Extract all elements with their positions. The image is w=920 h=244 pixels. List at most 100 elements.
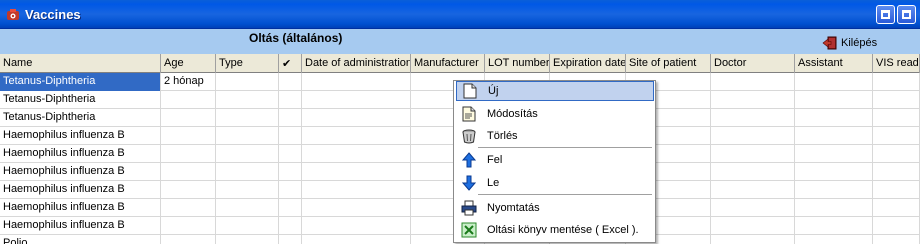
table-cell[interactable] bbox=[161, 199, 216, 217]
table-cell[interactable] bbox=[279, 91, 302, 109]
table-cell[interactable] bbox=[873, 127, 920, 145]
table-cell[interactable] bbox=[216, 73, 279, 91]
table-cell[interactable] bbox=[795, 217, 873, 235]
table-cell[interactable] bbox=[302, 235, 411, 244]
table-cell[interactable] bbox=[711, 91, 795, 109]
table-cell[interactable] bbox=[873, 91, 920, 109]
table-cell[interactable]: Haemophilus influenza B bbox=[0, 127, 161, 145]
column-header-site[interactable]: Site of patient bbox=[626, 54, 711, 73]
menu-item-export-excel[interactable]: Oltási könyv mentése ( Excel ). bbox=[456, 220, 654, 240]
column-header-type[interactable]: Type bbox=[216, 54, 279, 73]
table-cell[interactable] bbox=[873, 235, 920, 244]
table-cell[interactable] bbox=[161, 235, 216, 244]
table-cell[interactable] bbox=[216, 181, 279, 199]
table-cell[interactable]: Haemophilus influenza B bbox=[0, 163, 161, 181]
table-cell[interactable] bbox=[302, 73, 411, 91]
table-cell[interactable] bbox=[302, 127, 411, 145]
column-header-manufacturer[interactable]: Manufacturer bbox=[411, 54, 485, 73]
table-cell[interactable] bbox=[279, 163, 302, 181]
table-cell[interactable] bbox=[216, 163, 279, 181]
table-cell[interactable] bbox=[302, 181, 411, 199]
table-cell[interactable]: 2 hónap bbox=[161, 73, 216, 91]
column-header-name[interactable]: Name bbox=[0, 54, 161, 73]
table-cell[interactable] bbox=[279, 145, 302, 163]
menu-item-down[interactable]: Le bbox=[456, 173, 654, 193]
table-cell[interactable]: Haemophilus influenza B bbox=[0, 181, 161, 199]
column-header-lot[interactable]: LOT number bbox=[485, 54, 550, 73]
table-cell[interactable] bbox=[161, 181, 216, 199]
table-cell[interactable] bbox=[873, 73, 920, 91]
table-cell[interactable] bbox=[711, 181, 795, 199]
table-cell[interactable] bbox=[161, 163, 216, 181]
table-cell[interactable] bbox=[161, 109, 216, 127]
table-cell[interactable]: Haemophilus influenza B bbox=[0, 217, 161, 235]
table-cell[interactable]: Tetanus-Diphtheria bbox=[0, 91, 161, 109]
table-cell[interactable] bbox=[279, 217, 302, 235]
table-cell[interactable]: Tetanus-Diphtheria bbox=[0, 73, 161, 91]
table-cell[interactable] bbox=[873, 109, 920, 127]
menu-item-up[interactable]: Fel bbox=[456, 150, 654, 170]
table-cell[interactable]: Haemophilus influenza B bbox=[0, 199, 161, 217]
column-header-doctor[interactable]: Doctor bbox=[711, 54, 795, 73]
table-cell[interactable] bbox=[711, 163, 795, 181]
table-cell[interactable] bbox=[711, 199, 795, 217]
column-header-age[interactable]: Age bbox=[161, 54, 216, 73]
table-cell[interactable] bbox=[795, 163, 873, 181]
menu-item-edit[interactable]: Módosítás bbox=[456, 104, 654, 124]
table-cell[interactable] bbox=[711, 145, 795, 163]
table-cell[interactable] bbox=[795, 181, 873, 199]
table-cell[interactable] bbox=[279, 73, 302, 91]
table-cell[interactable] bbox=[795, 91, 873, 109]
table-cell[interactable] bbox=[216, 235, 279, 244]
table-cell[interactable] bbox=[302, 109, 411, 127]
table-cell[interactable] bbox=[873, 199, 920, 217]
table-cell[interactable] bbox=[216, 217, 279, 235]
menu-item-delete[interactable]: Törlés bbox=[456, 126, 654, 146]
table-cell[interactable] bbox=[711, 73, 795, 91]
table-cell[interactable] bbox=[216, 109, 279, 127]
column-header-date[interactable]: Date of administration bbox=[302, 54, 411, 73]
table-cell[interactable] bbox=[216, 91, 279, 109]
table-cell[interactable] bbox=[795, 109, 873, 127]
table-cell[interactable] bbox=[795, 235, 873, 244]
maximize-button[interactable] bbox=[876, 5, 895, 24]
table-cell[interactable] bbox=[302, 199, 411, 217]
table-cell[interactable] bbox=[279, 181, 302, 199]
table-cell[interactable] bbox=[873, 145, 920, 163]
table-cell[interactable] bbox=[279, 127, 302, 145]
table-cell[interactable] bbox=[795, 127, 873, 145]
table-cell[interactable] bbox=[711, 235, 795, 244]
table-cell[interactable] bbox=[711, 127, 795, 145]
column-header-assistant[interactable]: Assistant bbox=[795, 54, 873, 73]
table-cell[interactable] bbox=[216, 199, 279, 217]
table-cell[interactable] bbox=[711, 217, 795, 235]
table-cell[interactable]: Polio bbox=[0, 235, 161, 244]
menu-item-print[interactable]: Nyomtatás bbox=[456, 198, 654, 218]
column-header-check[interactable]: ✔ bbox=[279, 54, 302, 73]
table-cell[interactable] bbox=[302, 163, 411, 181]
table-cell[interactable] bbox=[216, 127, 279, 145]
table-cell[interactable]: Tetanus-Diphtheria bbox=[0, 109, 161, 127]
table-cell[interactable] bbox=[711, 109, 795, 127]
column-header-expiration[interactable]: Expiration date bbox=[550, 54, 626, 73]
table-cell[interactable] bbox=[279, 109, 302, 127]
restore-button[interactable] bbox=[897, 5, 916, 24]
table-cell[interactable] bbox=[302, 91, 411, 109]
table-cell[interactable] bbox=[161, 91, 216, 109]
table-cell[interactable] bbox=[795, 73, 873, 91]
table-cell[interactable] bbox=[795, 199, 873, 217]
table-cell[interactable] bbox=[161, 127, 216, 145]
table-cell[interactable] bbox=[873, 217, 920, 235]
table-cell[interactable] bbox=[279, 235, 302, 244]
table-cell[interactable]: Haemophilus influenza B bbox=[0, 145, 161, 163]
table-cell[interactable] bbox=[873, 163, 920, 181]
table-cell[interactable] bbox=[795, 145, 873, 163]
table-cell[interactable] bbox=[873, 181, 920, 199]
table-cell[interactable] bbox=[302, 145, 411, 163]
table-cell[interactable] bbox=[161, 145, 216, 163]
table-cell[interactable] bbox=[302, 217, 411, 235]
menu-item-new[interactable]: Új bbox=[456, 81, 654, 101]
table-cell[interactable] bbox=[279, 199, 302, 217]
table-cell[interactable] bbox=[161, 217, 216, 235]
column-header-vis[interactable]: VIS read bbox=[873, 54, 920, 73]
